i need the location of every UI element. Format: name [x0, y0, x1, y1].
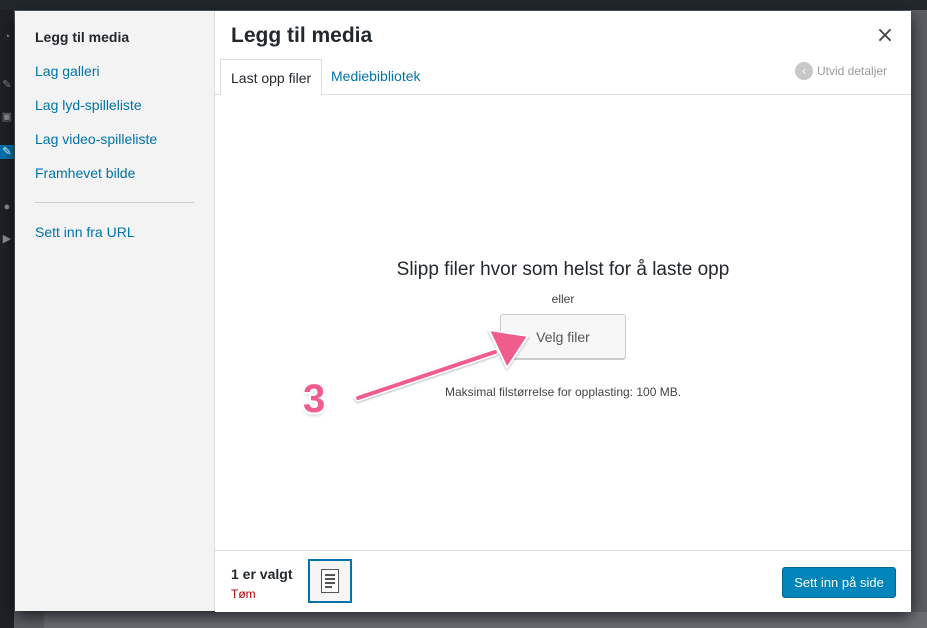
clear-selection-link[interactable]: Tøm [231, 587, 256, 601]
tab-upload-files[interactable]: Last opp filer [220, 59, 323, 97]
selected-attachment-thumbnail[interactable] [308, 559, 352, 603]
insert-into-page-button[interactable]: Sett inn på side [782, 567, 896, 598]
admin-sidebar: ◔ ✎ ▣ ✎ ● ▶ [0, 10, 14, 628]
tab-media-library[interactable]: Mediebibliotek [321, 58, 431, 94]
menu-item-audio-playlist[interactable]: Lag lyd-spilleliste [35, 95, 142, 115]
menu-separator [35, 202, 194, 203]
play-icon[interactable]: ▶ [0, 232, 14, 246]
pages-icon[interactable]: ✎ [0, 145, 14, 159]
chevron-left-icon: ‹ [795, 62, 813, 80]
annotation-step-number: 3 [303, 377, 326, 421]
admin-top-bar [0, 0, 927, 10]
menu-item-featured-image[interactable]: Framhevet bilde [35, 163, 135, 183]
media-menu: Legg til media Lag galleri Lag lyd-spill… [15, 11, 215, 611]
users-icon[interactable]: ● [0, 200, 14, 214]
document-icon [321, 569, 339, 593]
editor-bottom-strip [44, 612, 927, 628]
pin-icon[interactable]: ✎ [0, 78, 14, 92]
menu-item-video-playlist[interactable]: Lag video-spilleliste [35, 129, 157, 149]
selection-count: 1 er valgt [231, 566, 293, 582]
expand-details-label: Utvid detaljer [817, 64, 888, 78]
select-files-button[interactable]: Velg filer [500, 314, 626, 359]
media-toolbar: 1 er valgt Tøm Sett inn på side [215, 550, 911, 612]
menu-item-create-gallery[interactable]: Lag galleri [35, 61, 100, 81]
expand-details-link[interactable]: ‹ Utvid detaljer [795, 62, 887, 80]
or-text: eller [551, 292, 575, 306]
drop-instructions: Slipp filer hvor som helst for å laste o… [396, 259, 730, 280]
close-icon[interactable]: × [871, 23, 899, 49]
dashboard-icon[interactable]: ◔ [0, 30, 14, 44]
upload-area[interactable]: Slipp filer hvor som helst for å laste o… [215, 95, 911, 550]
menu-item-add-media[interactable]: Legg til media [35, 27, 129, 47]
media-modal: Legg til media Lag galleri Lag lyd-spill… [15, 11, 911, 612]
media-icon[interactable]: ▣ [0, 110, 14, 124]
menu-item-insert-from-url[interactable]: Sett inn fra URL [35, 222, 135, 242]
frame-title: Legg til media [231, 24, 373, 47]
